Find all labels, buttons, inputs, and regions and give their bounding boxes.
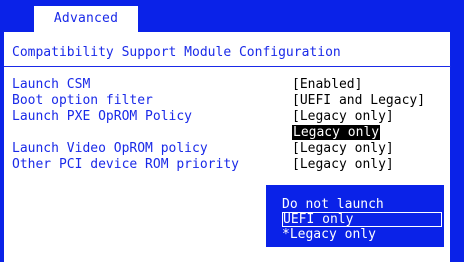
setting-value-launch-pxe-oprom[interactable]: [Legacy only] [292, 109, 394, 125]
setting-label-launch-storage-oprom[interactable]: Launch Storage OpROM policy [12, 125, 223, 141]
page-title: Compatibility Support Module Configurati… [12, 45, 341, 60]
setting-label-launch-csm[interactable]: Launch CSM [12, 77, 90, 93]
setting-value-boot-option-filter[interactable]: [UEFI and Legacy] [292, 93, 425, 109]
tab-advanced[interactable]: Advanced [34, 6, 138, 32]
option-popup: Do not launch UEFI only *Legacy only [266, 185, 444, 247]
setting-value-launch-video-oprom[interactable]: [Legacy only] [292, 141, 394, 157]
setting-label-launch-pxe-oprom[interactable]: Launch PXE OpROM Policy [12, 109, 192, 125]
setting-value-launch-csm[interactable]: [Enabled] [292, 77, 362, 93]
setting-value-other-pci-rom-priority[interactable]: [Legacy only] [292, 157, 394, 173]
setting-label-launch-video-oprom[interactable]: Launch Video OpROM policy [12, 141, 208, 157]
setting-value-launch-storage-oprom[interactable]: Legacy only [292, 125, 381, 141]
focused-value[interactable]: Legacy only [292, 125, 381, 140]
popup-option-legacy-only[interactable]: *Legacy only [282, 227, 442, 242]
title-divider [4, 66, 451, 67]
popup-option-do-not-launch[interactable]: Do not launch [282, 197, 442, 212]
setting-label-boot-option-filter[interactable]: Boot option filter [12, 93, 153, 109]
popup-option-uefi-only[interactable]: UEFI only [282, 212, 442, 227]
tab-bar: Advanced [0, 0, 464, 32]
setting-label-other-pci-rom-priority[interactable]: Other PCI device ROM priority [12, 157, 239, 173]
